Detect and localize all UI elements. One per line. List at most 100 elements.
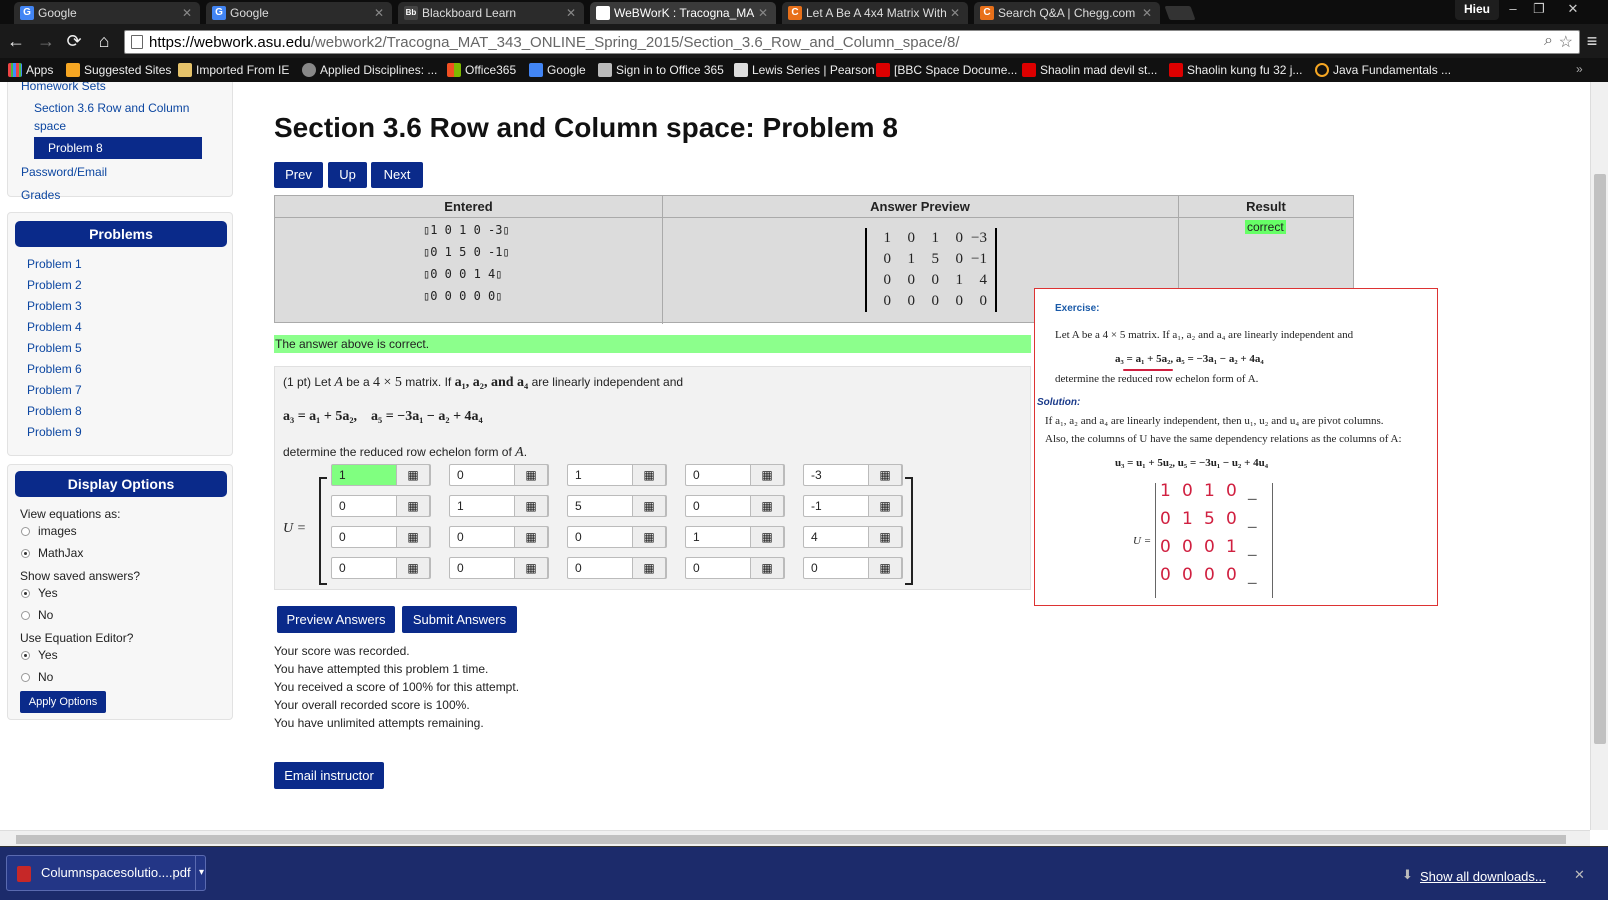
sidebar-password-email[interactable]: Password/Email: [21, 165, 107, 179]
apply-options-button[interactable]: Apply Options: [20, 691, 106, 713]
show-all-downloads-link[interactable]: Show all downloads...: [1420, 869, 1546, 884]
reload-icon[interactable]: ⟳: [62, 29, 86, 53]
radio-editor-yes[interactable]: [21, 651, 30, 660]
matrix-entry-input[interactable]: 0 ▦: [449, 557, 549, 579]
equation-editor-icon[interactable]: ▦: [632, 464, 666, 486]
matrix-entry-input[interactable]: 0 ▦: [331, 526, 431, 548]
home-icon[interactable]: ⌂: [92, 29, 116, 53]
problem-link[interactable]: Problem 3: [27, 299, 82, 313]
matrix-entry-input[interactable]: 0 ▦: [567, 557, 667, 579]
bookmark-shaolin-devil[interactable]: Shaolin mad devil st...: [1022, 62, 1157, 78]
bookmark-suggested[interactable]: Suggested Sites: [66, 62, 171, 78]
tab-google-2[interactable]: G Google ✕: [206, 2, 392, 24]
equation-editor-icon[interactable]: ▦: [868, 495, 902, 517]
equation-editor-icon[interactable]: ▦: [868, 557, 902, 579]
bookmark-java[interactable]: Java Fundamentals ...: [1315, 62, 1451, 78]
problem-link[interactable]: Problem 1: [27, 257, 82, 271]
horizontal-scrollbar[interactable]: [0, 830, 1590, 846]
close-icon[interactable]: ✕: [182, 2, 192, 24]
problem-link[interactable]: Problem 9: [27, 425, 82, 439]
vertical-scrollbar[interactable]: [1590, 82, 1608, 830]
tab-blackboard[interactable]: Bb Blackboard Learn ✕: [398, 2, 584, 24]
equation-editor-icon[interactable]: ▦: [396, 495, 430, 517]
preview-answers-button[interactable]: Preview Answers: [277, 606, 395, 633]
matrix-entry-input[interactable]: 1 ▦: [567, 464, 667, 486]
matrix-entry-input[interactable]: 0 ▦: [331, 495, 431, 517]
bookmark-applied[interactable]: Applied Disciplines: ...: [302, 62, 437, 78]
matrix-entry-input[interactable]: 4 ▦: [803, 526, 903, 548]
tab-chegg-search[interactable]: C Search Q&A | Chegg.com ✕: [974, 2, 1160, 24]
radio-saved-yes[interactable]: [21, 589, 30, 598]
equation-editor-icon[interactable]: ▦: [514, 557, 548, 579]
bookmark-pearson[interactable]: Lewis Series | Pearson: [734, 62, 875, 78]
matrix-entry-input[interactable]: 0 ▦: [331, 557, 431, 579]
download-item[interactable]: Columnspacesolutio....pdf ▾: [6, 855, 206, 891]
restore-icon[interactable]: ❐: [1526, 0, 1552, 18]
search-icon[interactable]: ⌕: [1544, 32, 1553, 50]
sidebar-section-link[interactable]: Section 3.6 Row and Column space: [34, 99, 204, 135]
scroll-thumb[interactable]: [16, 835, 1566, 844]
tab-webwork[interactable]: WeBWorK : Tracogna_MA ✕: [590, 2, 776, 24]
problem-link[interactable]: Problem 8: [27, 404, 82, 418]
matrix-entry-input[interactable]: 0 ▦: [803, 557, 903, 579]
matrix-entry-input[interactable]: 0 ▦: [449, 526, 549, 548]
matrix-entry-input[interactable]: 1 ▦: [685, 526, 785, 548]
equation-editor-icon[interactable]: ▦: [632, 557, 666, 579]
problem-link[interactable]: Problem 6: [27, 362, 82, 376]
close-icon[interactable]: ✕: [374, 2, 384, 24]
equation-editor-icon[interactable]: ▦: [868, 526, 902, 548]
equation-editor-icon[interactable]: ▦: [632, 495, 666, 517]
equation-editor-icon[interactable]: ▦: [514, 495, 548, 517]
close-icon[interactable]: ✕: [566, 2, 576, 24]
matrix-entry-input[interactable]: 5 ▦: [567, 495, 667, 517]
star-icon[interactable]: ☆: [1559, 32, 1573, 52]
bookmark-imported[interactable]: Imported From IE: [178, 62, 289, 78]
equation-editor-icon[interactable]: ▦: [396, 464, 430, 486]
back-arrow-icon[interactable]: ←: [4, 29, 28, 53]
matrix-entry-input[interactable]: 0 ▦: [567, 526, 667, 548]
menu-icon[interactable]: ≡: [1580, 29, 1604, 53]
radio-saved-no[interactable]: [21, 611, 30, 620]
forward-arrow-icon[interactable]: →: [34, 29, 58, 53]
up-button[interactable]: Up: [328, 162, 367, 188]
radio-images[interactable]: [21, 527, 30, 536]
submit-answers-button[interactable]: Submit Answers: [402, 606, 517, 633]
bookmark-google[interactable]: Google: [529, 62, 586, 78]
equation-editor-icon[interactable]: ▦: [750, 495, 784, 517]
equation-editor-icon[interactable]: ▦: [632, 526, 666, 548]
matrix-entry-input[interactable]: 0 ▦: [685, 557, 785, 579]
tab-chegg-question[interactable]: C Let A Be A 4x4 Matrix With ✕: [782, 2, 968, 24]
sidebar-homework-sets[interactable]: Homework Sets: [21, 82, 106, 93]
scroll-thumb[interactable]: [1594, 174, 1606, 744]
profile-button[interactable]: Hieu: [1455, 0, 1499, 20]
bookmark-apps[interactable]: Apps: [8, 62, 53, 78]
equation-editor-icon[interactable]: ▦: [750, 557, 784, 579]
equation-editor-icon[interactable]: ▦: [514, 526, 548, 548]
matrix-entry-input[interactable]: -3 ▦: [803, 464, 903, 486]
close-icon[interactable]: ✕: [1574, 867, 1585, 883]
matrix-entry-input[interactable]: -1 ▦: [803, 495, 903, 517]
email-instructor-button[interactable]: Email instructor: [274, 762, 384, 789]
equation-editor-icon[interactable]: ▦: [750, 526, 784, 548]
address-bar[interactable]: https://webwork.asu.edu/webwork2/Tracogn…: [124, 30, 1580, 54]
next-button[interactable]: Next: [371, 162, 423, 188]
sidebar-current-problem[interactable]: Problem 8: [34, 137, 202, 159]
prev-button[interactable]: Prev: [274, 162, 323, 188]
close-icon[interactable]: ✕: [1142, 2, 1152, 24]
minimize-icon[interactable]: –: [1500, 0, 1526, 18]
bookmark-office-signin[interactable]: Sign in to Office 365: [598, 62, 724, 78]
bookmark-office365[interactable]: Office365: [447, 62, 516, 78]
radio-mathjax[interactable]: [21, 549, 30, 558]
problem-link[interactable]: Problem 5: [27, 341, 82, 355]
bookmark-shaolin-kungfu[interactable]: Shaolin kung fu 32 j...: [1169, 62, 1302, 78]
sidebar-grades[interactable]: Grades: [21, 188, 60, 202]
equation-editor-icon[interactable]: ▦: [396, 557, 430, 579]
matrix-entry-input[interactable]: 1 ▦: [331, 464, 431, 486]
tab-google-1[interactable]: G Google ✕: [14, 2, 200, 24]
close-icon[interactable]: ✕: [758, 2, 768, 24]
equation-editor-icon[interactable]: ▦: [514, 464, 548, 486]
close-icon[interactable]: ✕: [950, 2, 960, 24]
matrix-entry-input[interactable]: 0 ▦: [449, 464, 549, 486]
bookmarks-overflow-icon[interactable]: »: [1576, 62, 1583, 76]
problem-link[interactable]: Problem 2: [27, 278, 82, 292]
